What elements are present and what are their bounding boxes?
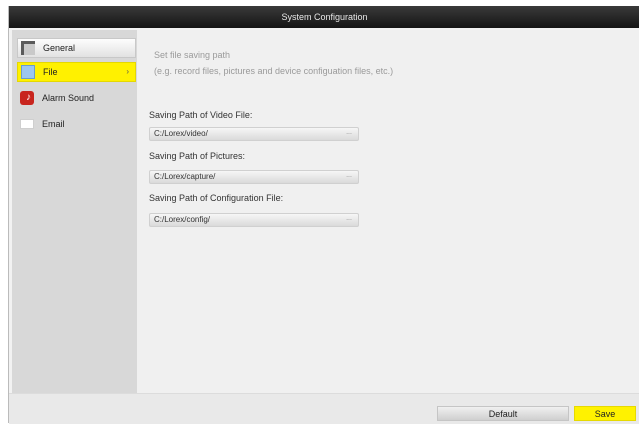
default-button[interactable]: Default [437,406,569,421]
pictures-path-label: Saving Path of Pictures: [149,151,246,161]
sidebar-item-label: File [43,67,58,77]
sidebar: General File › Alarm Sound Email [12,30,137,393]
sidebar-item-general[interactable]: General [17,38,136,58]
sidebar-item-label: General [43,43,76,53]
hint-title: Set file saving path [154,50,231,60]
pictures-path-field[interactable]: C:/Lorex/capture/ ... [149,170,359,184]
alarm-sound-icon [20,91,34,105]
file-folder-icon [21,65,35,79]
config-path-field[interactable]: C:/Lorex/config/ ... [149,213,359,227]
hint-detail: (e.g. record files, pictures and device … [154,66,394,76]
chevron-right-icon: › [126,67,129,76]
video-path-field[interactable]: C:/Lorex/video/ ... [149,127,359,141]
sidebar-item-label: Email [42,119,65,129]
config-path-label: Saving Path of Configuration File: [149,193,284,203]
window-title: System Configuration [281,12,368,22]
video-path-label: Saving Path of Video File: [149,110,253,120]
save-button[interactable]: Save [574,406,636,421]
browse-button[interactable]: ... [344,129,354,136]
browse-button[interactable]: ... [344,172,354,179]
sidebar-item-label: Alarm Sound [42,93,95,103]
system-configuration-window: System Configuration General File › Alar… [8,6,639,424]
dialog-footer: Default Save [9,393,639,424]
sidebar-item-email[interactable]: Email [17,114,136,134]
video-path-value: C:/Lorex/video/ [154,129,208,138]
sidebar-item-file[interactable]: File › [17,62,136,82]
pictures-path-value: C:/Lorex/capture/ [154,172,216,181]
sidebar-item-alarm-sound[interactable]: Alarm Sound [17,88,136,108]
email-icon [20,119,34,129]
file-settings-panel: Set file saving path (e.g. record files,… [137,30,639,393]
config-path-value: C:/Lorex/config/ [154,215,211,224]
window-titlebar: System Configuration [9,6,639,28]
browse-button[interactable]: ... [344,215,354,222]
general-settings-icon [21,41,35,55]
